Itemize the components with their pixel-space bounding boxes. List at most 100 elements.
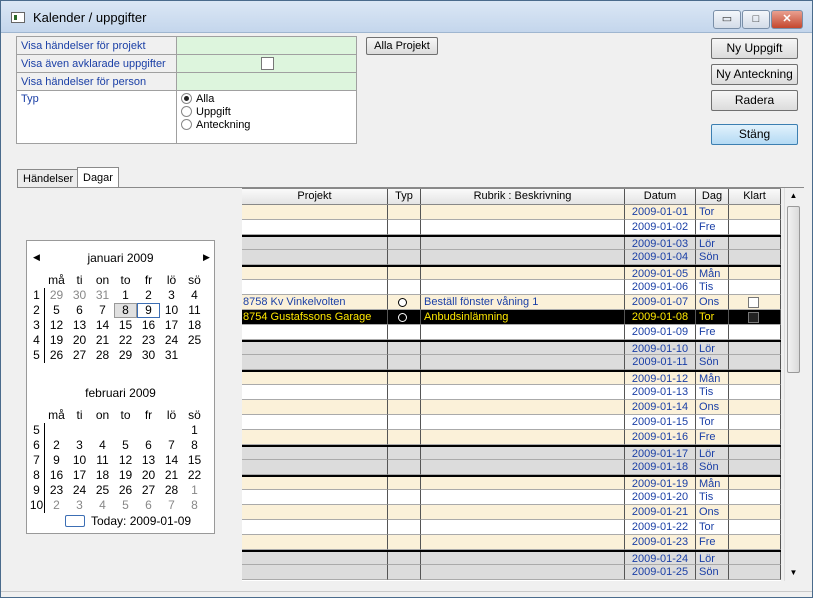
calendar-day[interactable]: 12: [45, 318, 68, 333]
calendar-day[interactable]: 4: [183, 288, 206, 303]
calendar-day[interactable]: 19: [45, 333, 68, 348]
cell-typ[interactable]: [388, 355, 421, 370]
cell-projekt[interactable]: [242, 535, 388, 550]
table-row[interactable]: 2009-01-13 Tis: [242, 385, 781, 400]
calendar-day[interactable]: 9: [45, 453, 68, 468]
calendar-day[interactable]: 24: [160, 333, 183, 348]
calendar-day[interactable]: 6: [137, 438, 160, 453]
cell-typ[interactable]: [388, 310, 421, 325]
cell-dag[interactable]: Fre: [696, 535, 729, 550]
cell-datum[interactable]: 2009-01-21: [625, 505, 696, 520]
scroll-thumb[interactable]: [787, 206, 800, 373]
cell-dag[interactable]: Mån: [696, 477, 729, 490]
calendar-day[interactable]: 3: [160, 288, 183, 303]
cell-rubrik[interactable]: [421, 372, 625, 385]
cell-rubrik[interactable]: [421, 415, 625, 430]
cell-klart[interactable]: [729, 477, 781, 490]
cell-dag[interactable]: Tor: [696, 205, 729, 220]
cell-projekt[interactable]: [242, 552, 388, 565]
cell-dag[interactable]: Tor: [696, 520, 729, 535]
cell-typ[interactable]: [388, 400, 421, 415]
calendar-day[interactable]: 16: [137, 318, 160, 333]
cell-dag[interactable]: Fre: [696, 430, 729, 445]
cell-projekt[interactable]: 8754 Gustafssons Garage: [242, 310, 388, 325]
calendar-day[interactable]: 5: [114, 438, 137, 453]
calendar-day[interactable]: 10: [160, 303, 183, 318]
cell-projekt[interactable]: [242, 325, 388, 340]
cell-klart[interactable]: [729, 220, 781, 235]
cell-datum[interactable]: 2009-01-11: [625, 355, 696, 370]
calendar-day[interactable]: 29: [45, 288, 68, 303]
calendar-day[interactable]: 9: [137, 303, 160, 318]
table-row[interactable]: 2009-01-04 Sön: [242, 250, 781, 265]
calendar-day[interactable]: 5: [45, 303, 68, 318]
cell-dag[interactable]: Ons: [696, 295, 729, 310]
calendar-day[interactable]: 26: [114, 483, 137, 498]
cell-typ[interactable]: [388, 250, 421, 265]
calendar-day[interactable]: 20: [137, 468, 160, 483]
cell-projekt[interactable]: [242, 415, 388, 430]
cell-datum[interactable]: 2009-01-01: [625, 205, 696, 220]
calendar-day[interactable]: 7: [160, 438, 183, 453]
scroll-down-icon[interactable]: ▼: [785, 565, 802, 581]
cell-dag[interactable]: Tor: [696, 310, 729, 325]
cell-projekt[interactable]: [242, 520, 388, 535]
cell-typ[interactable]: [388, 565, 421, 580]
scroll-up-icon[interactable]: ▲: [785, 188, 802, 204]
cell-rubrik[interactable]: [421, 250, 625, 265]
cell-klart[interactable]: [729, 565, 781, 580]
cell-projekt[interactable]: [242, 220, 388, 235]
cell-projekt[interactable]: [242, 447, 388, 460]
calendar-day[interactable]: 21: [91, 333, 114, 348]
calendar-day[interactable]: 25: [91, 483, 114, 498]
cell-klart[interactable]: [729, 505, 781, 520]
cell-rubrik[interactable]: [421, 280, 625, 295]
cell-typ[interactable]: [388, 205, 421, 220]
cell-klart[interactable]: [729, 400, 781, 415]
calendar-day[interactable]: 11: [91, 453, 114, 468]
cell-rubrik[interactable]: [421, 325, 625, 340]
cell-datum[interactable]: 2009-01-14: [625, 400, 696, 415]
cell-datum[interactable]: 2009-01-20: [625, 490, 696, 505]
calendar-day[interactable]: 31: [160, 348, 183, 363]
table-row[interactable]: 2009-01-06 Tis: [242, 280, 781, 295]
cell-typ[interactable]: [388, 415, 421, 430]
calendar-day[interactable]: 27: [137, 483, 160, 498]
cell-klart[interactable]: [729, 267, 781, 280]
cell-typ[interactable]: [388, 430, 421, 445]
cell-dag[interactable]: Tor: [696, 415, 729, 430]
table-row[interactable]: 2009-01-23 Fre: [242, 535, 781, 550]
cell-klart[interactable]: [729, 520, 781, 535]
calendar-day[interactable]: 14: [91, 318, 114, 333]
table-row[interactable]: 2009-01-18 Sön: [242, 460, 781, 475]
calendar-day[interactable]: 2: [137, 288, 160, 303]
calendar-day[interactable]: 24: [68, 483, 91, 498]
maximize-button[interactable]: □: [742, 10, 770, 29]
calendar-day[interactable]: 1: [114, 288, 137, 303]
cell-projekt[interactable]: [242, 342, 388, 355]
cell-rubrik[interactable]: [421, 460, 625, 475]
cell-projekt[interactable]: [242, 385, 388, 400]
table-row[interactable]: 2009-01-02 Fre: [242, 220, 781, 235]
table-row[interactable]: 2009-01-21 Ons: [242, 505, 781, 520]
table-row[interactable]: 2009-01-01 Tor: [242, 205, 781, 220]
calendar-day[interactable]: 6: [137, 498, 160, 513]
cell-datum[interactable]: 2009-01-18: [625, 460, 696, 475]
calendar-day[interactable]: 18: [183, 318, 206, 333]
cell-dag[interactable]: Sön: [696, 250, 729, 265]
calendar-day[interactable]: 10: [68, 453, 91, 468]
cell-klart[interactable]: [729, 460, 781, 475]
calendar-day[interactable]: 8: [183, 498, 206, 513]
cell-datum[interactable]: 2009-01-12: [625, 372, 696, 385]
cell-datum[interactable]: 2009-01-25: [625, 565, 696, 580]
calendar-day[interactable]: 3: [68, 438, 91, 453]
calendar-day[interactable]: 21: [160, 468, 183, 483]
calendar-day[interactable]: 11: [183, 303, 206, 318]
cell-dag[interactable]: Ons: [696, 400, 729, 415]
cell-rubrik[interactable]: [421, 477, 625, 490]
cell-rubrik[interactable]: [421, 355, 625, 370]
table-row[interactable]: 2009-01-24 Lör: [242, 550, 781, 565]
cell-typ[interactable]: [388, 342, 421, 355]
cell-rubrik[interactable]: [421, 342, 625, 355]
cell-dag[interactable]: Mån: [696, 372, 729, 385]
